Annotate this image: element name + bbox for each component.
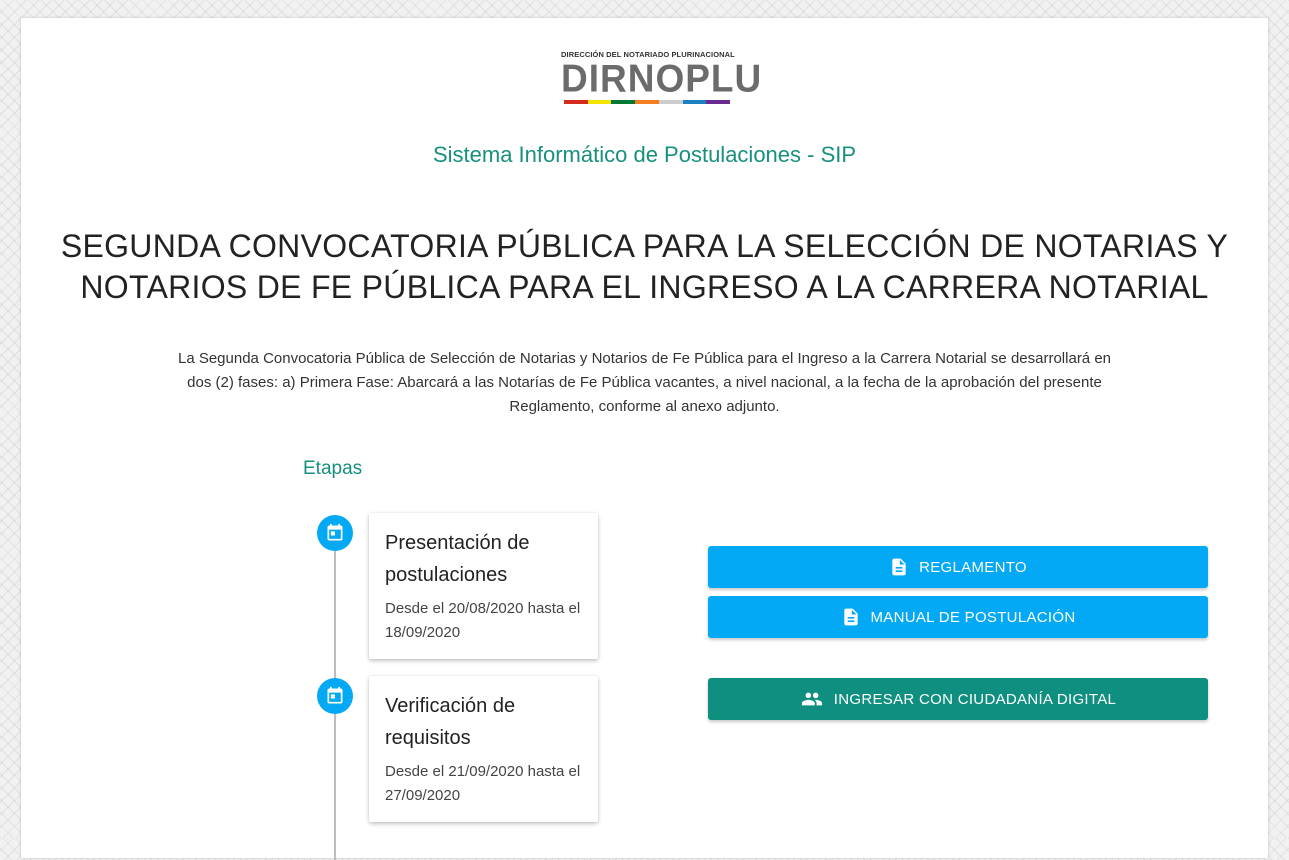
calendar-icon <box>317 515 353 551</box>
system-subtitle: Sistema Informático de Postulaciones - S… <box>432 142 857 167</box>
stage-card-1: Presentación de postulaciones Desde el 2… <box>369 513 598 659</box>
reglamento-button[interactable]: REGLAMENTO <box>708 546 1208 588</box>
stage-dates: Desde el 20/08/2020 hasta el 18/09/2020 <box>385 600 581 641</box>
logo-main-text: DIRNOPLU <box>561 56 763 100</box>
stage-title: Presentación de postulaciones <box>385 532 530 586</box>
reglamento-label: REGLAMENTO <box>919 558 1027 576</box>
dirnoplu-logo: DIRECCIÓN DEL NOTARIADO PLURINACIONAL DI… <box>561 50 763 114</box>
page-description: La Segunda Convocatoria Pública de Selec… <box>177 350 1112 415</box>
logo-color-bar <box>564 100 731 104</box>
manual-label: MANUAL DE POSTULACIÓN <box>870 608 1076 626</box>
stage-dates: Desde el 21/09/2020 hasta el 27/09/2020 <box>385 763 581 804</box>
stage-title: Verificación de requisitos <box>385 695 516 749</box>
stage-card-2: Verificación de requisitos Desde el 21/0… <box>369 676 598 822</box>
page-title: SEGUNDA CONVOCATORIA PÚBLICA PARA LA SEL… <box>60 228 1229 305</box>
calendar-icon <box>317 678 353 714</box>
login-ciudadania-button[interactable]: INGRESAR CON CIUDADANÍA DIGITAL <box>708 678 1208 720</box>
people-icon <box>800 688 824 710</box>
stages-heading: Etapas <box>303 458 363 479</box>
main-card: DIRECCIÓN DEL NOTARIADO PLURINACIONAL DI… <box>21 18 1268 860</box>
login-label: INGRESAR CON CIUDADANÍA DIGITAL <box>833 690 1117 708</box>
manual-button[interactable]: MANUAL DE POSTULACIÓN <box>708 596 1208 638</box>
document-icon <box>841 606 861 628</box>
document-icon <box>889 556 909 578</box>
